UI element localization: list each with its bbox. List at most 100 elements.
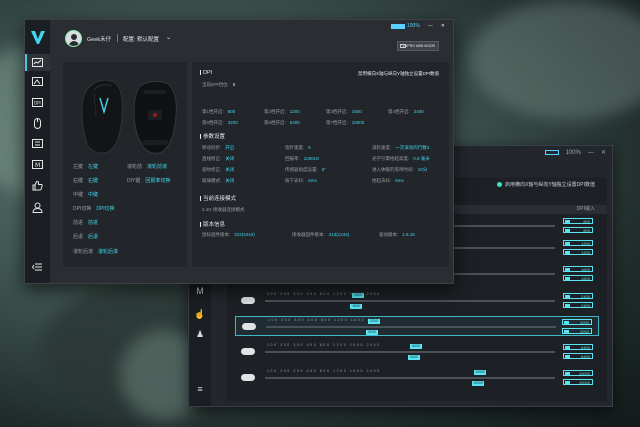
user-icon[interactable]: ♟	[194, 329, 206, 340]
close-button[interactable]: ✕	[601, 149, 606, 156]
device-selector[interactable]: VGPRO MINI MGDR	[397, 41, 439, 51]
close-button[interactable]: ✕	[441, 23, 445, 29]
dpi-x-input[interactable]: 1200	[563, 240, 593, 246]
sidebar-item-performance[interactable]	[25, 54, 50, 71]
dpi-level-toggle[interactable]	[241, 374, 255, 381]
svg-text:DPI: DPI	[34, 101, 41, 106]
version-item: 鼠标固件版本: 222(4444)	[202, 232, 255, 237]
dpi-xy-note: 禁用横向X轴与纵向Y轴独立设置DPI数值	[357, 71, 439, 76]
dpi-x-input[interactable]: 6400	[563, 344, 593, 350]
param-item: 抬起去抖: 8ms	[372, 178, 404, 183]
dpi-y-input[interactable]: 1200	[563, 249, 593, 255]
dpi-level-toggle[interactable]	[241, 297, 255, 304]
sidebar-item-lighting[interactable]	[32, 77, 44, 87]
dpi-level-row[interactable]: 100 200 300 400 800 1200 1600 2400 3200 32…	[235, 316, 599, 336]
button-name: 左键	[73, 164, 84, 170]
y-slider-handle[interactable]: 6400	[408, 355, 420, 360]
macro-icon	[32, 139, 43, 148]
dpi-level-item: 第2档开启: 1200	[264, 109, 300, 114]
dpi-x-input[interactable]: 3200	[562, 319, 592, 325]
y-slider-handle[interactable]: 3200	[366, 330, 378, 335]
avatar[interactable]	[65, 30, 82, 47]
param-item: 指针速度: 6	[285, 145, 311, 150]
button-mapping-row[interactable]: DIY键 回报率切换	[127, 177, 170, 184]
sidebar-item-mouse[interactable]	[32, 118, 44, 129]
device-icon	[400, 44, 406, 48]
collapse-icon	[32, 263, 42, 271]
sidebar-collapse[interactable]	[32, 263, 44, 273]
x-slider-handle[interactable]: 10000	[474, 370, 486, 375]
dpi-y-input[interactable]: 2400	[563, 302, 593, 308]
profile-selector[interactable]: 配置: 默认配置	[123, 35, 159, 43]
dpi-level-item: 第1档开启: 800	[202, 109, 236, 114]
chevron-down-icon[interactable]: ⌄	[166, 34, 171, 41]
sidebar-item-macro[interactable]	[32, 139, 44, 149]
dpi-level-row[interactable]: 100 200 300 400 800 1200 1600 2400 6400 64…	[235, 342, 599, 362]
param-item: 按下去抖: 6ms	[285, 178, 317, 183]
dpi-x-input[interactable]: 10000	[563, 370, 593, 376]
y-slider-handle[interactable]: 10000	[472, 381, 484, 386]
battery-icon	[544, 150, 559, 155]
param-item: 波纹修正: 关闭	[202, 167, 235, 172]
button-function: 回报率切换	[145, 178, 171, 184]
button-name: 滚轮后滚	[73, 249, 94, 255]
dpi-level-row[interactable]: 100 200 300 400 800 1200 1600 2400 2400 16…	[235, 291, 599, 311]
dpi-level-item: 第7档开启: 10000	[326, 120, 365, 125]
button-mapping-row[interactable]: 后退 后退	[73, 233, 98, 240]
dpi-y-input[interactable]: 6400	[563, 353, 593, 359]
button-mapping-row[interactable]: 左键 左键	[73, 163, 98, 170]
dpi-slider-track[interactable]	[265, 377, 555, 379]
logo-icon	[31, 31, 45, 44]
mouse-top-view-image	[81, 79, 123, 154]
dpi-slider-track[interactable]	[265, 351, 555, 353]
minimize-button[interactable]: —	[428, 23, 433, 29]
sidebar: DPI M	[25, 20, 50, 283]
dpi-level-item: 第6档开启: 6400	[264, 120, 300, 125]
button-name: 前进	[73, 220, 84, 226]
sidebar-item-dpi[interactable]: DPI	[32, 98, 44, 108]
button-mapping-row[interactable]: 滚轮前 滚轮前滚	[127, 163, 167, 170]
dpi-x-input[interactable]: 1600	[563, 266, 593, 272]
button-function: 滚轮前滚	[147, 164, 168, 170]
button-mapping-row[interactable]: 右键 右键	[73, 177, 98, 184]
dpi-slider-track[interactable]	[266, 326, 556, 328]
keyboard-icon[interactable]: M	[194, 286, 206, 297]
dpi-y-input[interactable]: 3200	[562, 328, 592, 334]
x-slider-handle[interactable]: 3200	[368, 319, 380, 324]
minimize-button[interactable]: —	[588, 150, 594, 156]
button-name: DPI切换	[73, 206, 92, 212]
button-mapping-row[interactable]: DPI切换 DPI切换	[73, 205, 115, 212]
button-name: 后退	[73, 234, 84, 240]
sidebar-item-keys[interactable]: M	[32, 160, 44, 170]
mouse-images	[74, 76, 184, 158]
keyboard-icon: M	[32, 160, 43, 169]
dpi-x-input[interactable]: 800	[563, 218, 593, 224]
battery-percent: 100%	[565, 149, 581, 156]
dpi-slider-track[interactable]	[265, 300, 555, 302]
collapse-icon[interactable]: ≡	[194, 384, 206, 395]
mouse-icon	[34, 118, 41, 129]
tick-labels: 100 200 300 400 800 1200 1600 2400	[267, 369, 381, 373]
dpi-x-input[interactable]: 2400	[563, 293, 593, 299]
button-mapping-row[interactable]: 前进 前进	[73, 219, 98, 226]
independent-xy-option[interactable]: 启用横向X轴与纵向Y轴独立设置DPI数值	[497, 181, 595, 188]
x-slider-handle[interactable]: 2400	[352, 293, 364, 298]
button-mapping-row[interactable]: 滚轮后滚 滚轮后滚	[73, 248, 118, 255]
button-function: 左键	[88, 164, 99, 170]
x-slider-handle[interactable]: 6400	[410, 344, 422, 349]
like-icon[interactable]: ☝	[194, 309, 206, 320]
dpi-level-toggle[interactable]	[241, 348, 255, 355]
dpi-y-input[interactable]: 1600	[563, 275, 593, 281]
dpi-y-input[interactable]: 10000	[563, 379, 593, 385]
radio-selected-icon	[497, 182, 502, 187]
sidebar-item-account[interactable]	[32, 202, 44, 213]
button-mapping-row[interactable]: 中键 中键	[73, 191, 98, 198]
sidebar-item-favorites[interactable]	[32, 181, 44, 191]
dpi-level-row[interactable]: 100 200 300 400 800 1200 1600 2400 10000 1…	[235, 368, 599, 388]
dpi-level-toggle[interactable]	[242, 323, 256, 330]
version-item: 接收器固件版本: 213(1244)	[292, 232, 350, 237]
param-item: 滚轮速度: 一次滚动的行数3	[372, 145, 430, 150]
dpi-y-input[interactable]: 800	[563, 227, 593, 233]
y-slider-handle[interactable]: 1600	[350, 304, 362, 309]
param-item: 传感器角度设置: 0°	[285, 167, 327, 172]
